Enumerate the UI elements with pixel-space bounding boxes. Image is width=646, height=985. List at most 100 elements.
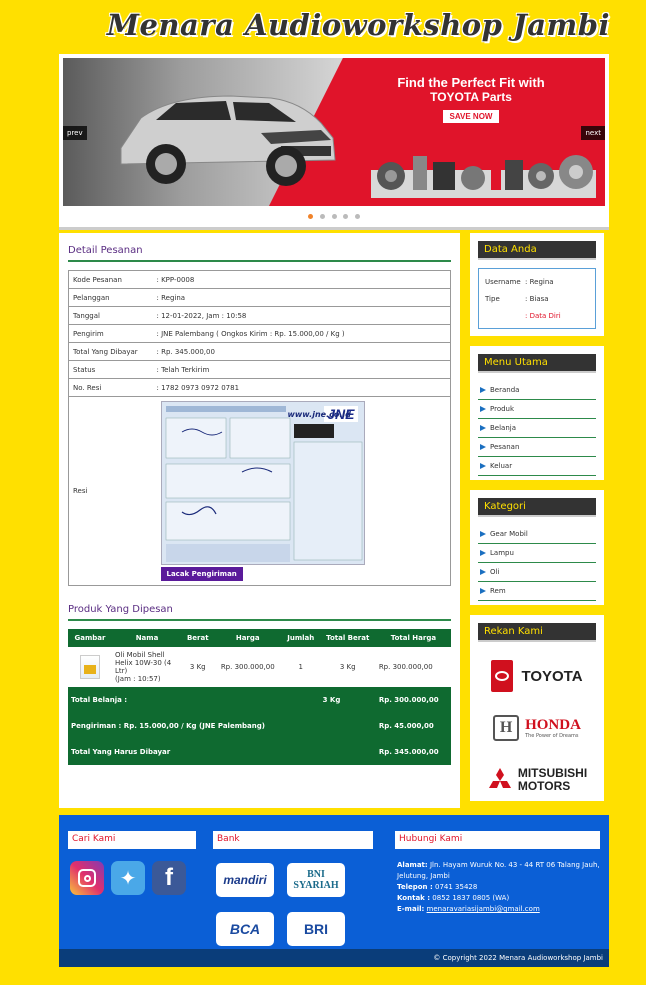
- row-label: Tanggal: [68, 306, 153, 325]
- row-value: : 1782 0973 0972 0781: [152, 378, 451, 397]
- toyota-logo: TOYOTA: [478, 650, 596, 702]
- bank-bni-syariah-logo: BNI SYARIAH: [287, 863, 345, 897]
- arrow-icon: [480, 406, 486, 412]
- arrow-icon: [480, 550, 486, 556]
- motors-text: MOTORS: [517, 779, 571, 793]
- footer-cari-kami: Cari Kami: [68, 831, 196, 849]
- sidebar-menu-utama: Menu Utama Beranda Produk Belanja Pesana…: [470, 346, 604, 480]
- car-image: [120, 95, 336, 186]
- save-now-button[interactable]: SAVE NOW: [442, 110, 500, 123]
- sidebar-item-belanja[interactable]: Belanja: [478, 419, 596, 438]
- slider-prev-button[interactable]: prev: [63, 126, 87, 140]
- row-value: : Telah Terkirim: [152, 360, 451, 379]
- sidebar-item-beranda[interactable]: Beranda: [478, 381, 596, 400]
- jne-url: www.jne.co.id: [287, 410, 351, 419]
- email-link[interactable]: menaravariasijambi@gmail.com: [427, 905, 540, 913]
- facebook-icon[interactable]: f: [152, 861, 186, 895]
- product-price: Rp. 300.000,00: [220, 663, 275, 671]
- bank-title: Bank: [213, 831, 373, 849]
- tipe-value: : Biasa: [525, 294, 549, 303]
- resi-document-image: [161, 402, 364, 564]
- products-title: Produk Yang Dipesan: [68, 604, 451, 621]
- honda-text: HONDA: [525, 716, 581, 733]
- kategori-item-rem[interactable]: Rem: [478, 582, 596, 601]
- sidebar-item-pesanan[interactable]: Pesanan: [478, 438, 596, 457]
- row-value: : 12-01-2022, Jam : 10:58: [152, 306, 451, 325]
- resi-cell: JNE www.jne.co.id Lacak Pengiriman: [152, 396, 451, 586]
- sidebar-item-label: Beranda: [490, 386, 520, 394]
- alamat-value: Jln. Hayam Wuruk No. 43 - 44 RT 06 Talan…: [397, 861, 600, 880]
- col-header: Total Berat: [319, 629, 376, 647]
- instagram-icon[interactable]: [70, 861, 104, 895]
- slider-dot[interactable]: [319, 214, 325, 219]
- product-image-cell: [68, 647, 112, 687]
- product-total-price: Rp. 300.000,00: [378, 663, 433, 671]
- products-table: Gambar Nama Berat Harga Jumlah Total Ber…: [68, 629, 451, 765]
- twitter-icon[interactable]: ✦: [111, 861, 145, 895]
- parts-image: [371, 155, 596, 198]
- toyota-text: TOYOTA: [521, 667, 583, 685]
- sidebar-item-keluar[interactable]: Keluar: [478, 457, 596, 476]
- table-row: Status: Telah Terkirim: [68, 360, 451, 379]
- data-anda-title: Data Anda: [478, 241, 596, 260]
- username-value: : Regina: [525, 277, 554, 286]
- bank-mandiri-logo: mandiri: [216, 863, 274, 897]
- total-weight: [319, 713, 376, 739]
- username-row: Username : Regina: [485, 273, 589, 290]
- arrow-icon: [480, 387, 486, 393]
- col-header: Jumlah: [281, 629, 320, 647]
- slider-dot[interactable]: [308, 214, 314, 219]
- kategori-item-label: Lampu: [490, 549, 514, 557]
- slider-dot[interactable]: [343, 214, 349, 219]
- product-total-weight: 3 Kg: [339, 663, 356, 671]
- user-info-box: Username : Regina Tipe : Biasa : Data Diri: [478, 268, 596, 329]
- main-content: Detail Pesanan Kode Pesanan: KPP-0008 Pe…: [59, 233, 460, 808]
- kategori-item-lampu[interactable]: Lampu: [478, 544, 596, 563]
- kategori-item-label: Rem: [490, 587, 506, 595]
- footer-bank: Bank: [213, 831, 373, 849]
- lacak-pengiriman-button[interactable]: Lacak Pengiriman: [160, 567, 243, 581]
- table-row: Oli Mobil Shell Helix 10W-30 (4 Ltr) (Ja…: [68, 647, 451, 687]
- row-value: : Regina: [152, 288, 451, 307]
- email-label: E-mail:: [397, 905, 425, 913]
- table-row: Pengirim: JNE Palembang ( Ongkos Kirim :…: [68, 324, 451, 343]
- total-label: Total Belanja :: [68, 687, 320, 713]
- table-header-row: Gambar Nama Berat Harga Jumlah Total Ber…: [68, 629, 451, 647]
- bank-bca-logo: BCA: [216, 912, 274, 946]
- table-row: Total Yang Dibayar: Rp. 345.000,00: [68, 342, 451, 361]
- table-row: Tanggal: 12-01-2022, Jam : 10:58: [68, 306, 451, 325]
- order-detail-table: Kode Pesanan: KPP-0008 Pelanggan: Regina…: [68, 270, 451, 586]
- arrow-icon: [480, 531, 486, 537]
- sidebar-item-produk[interactable]: Produk: [478, 400, 596, 419]
- toyota-emblem-icon: [491, 660, 514, 692]
- row-value: : JNE Palembang ( Ongkos Kirim : Rp. 15.…: [152, 324, 451, 343]
- row-label: Pelanggan: [68, 288, 153, 307]
- sidebar-rekan-kami: Rekan Kami TOYOTA H HONDA The Power of D…: [470, 615, 604, 801]
- username-label: Username: [485, 277, 521, 286]
- slider-next-button[interactable]: next: [581, 126, 605, 140]
- kategori-item-gear-mobil[interactable]: Gear Mobil: [478, 525, 596, 544]
- table-row: Kode Pesanan: KPP-0008: [68, 270, 451, 289]
- site-title: Menara Audioworkshop Jambi: [106, 8, 610, 42]
- resi-image: JNE www.jne.co.id: [160, 401, 365, 565]
- honda-tagline: The Power of Dreams: [525, 732, 579, 739]
- tipe-label: Tipe: [485, 294, 500, 303]
- data-diri-link[interactable]: : Data Diri: [525, 312, 561, 320]
- col-header: Total Harga: [375, 629, 451, 647]
- slider-dot[interactable]: [331, 214, 337, 219]
- contact-info: Alamat: Jln. Hayam Wuruk No. 43 - 44 RT …: [397, 860, 602, 915]
- total-row: Total Belanja : 3 Kg Rp. 300.000,00: [68, 687, 451, 713]
- arrow-icon: [480, 444, 486, 450]
- arrow-icon: [480, 463, 486, 469]
- row-label: Status: [68, 360, 153, 379]
- kategori-item-oli[interactable]: Oli: [478, 563, 596, 582]
- data-diri-row: : Data Diri: [485, 307, 589, 324]
- cari-kami-title: Cari Kami: [68, 831, 196, 849]
- hero-slider: Find the Perfect Fit with TOYOTA Parts S…: [59, 54, 609, 230]
- product-name: Oli Mobil Shell Helix 10W-30 (4 Ltr): [115, 651, 172, 675]
- sidebar-kategori: Kategori Gear Mobil Lampu Oli Rem: [470, 490, 604, 605]
- row-label: Pengirim: [68, 324, 153, 343]
- slider-dot[interactable]: [354, 214, 360, 219]
- total-label: Total Yang Harus Dibayar: [68, 739, 320, 765]
- rekan-kami-title: Rekan Kami: [478, 623, 596, 642]
